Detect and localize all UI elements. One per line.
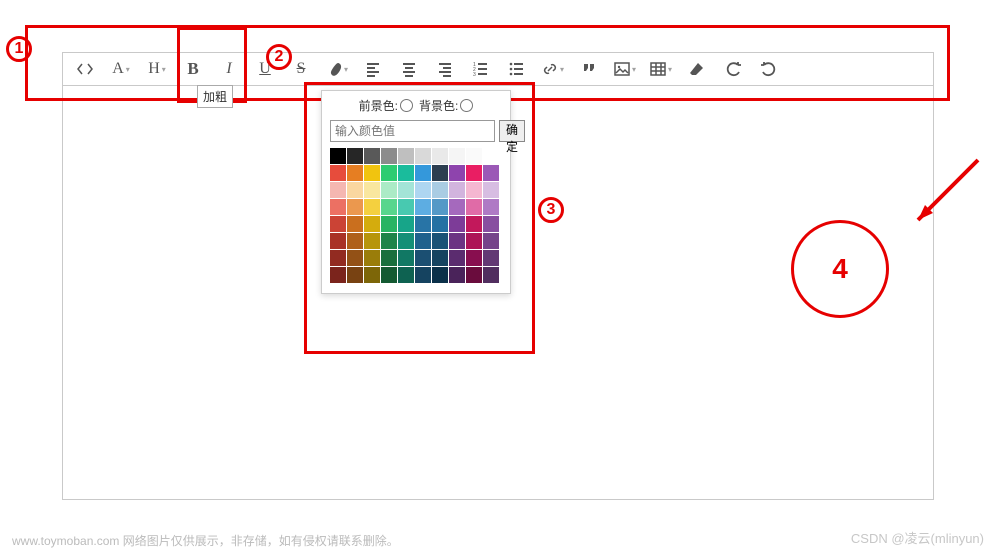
color-swatch[interactable] [347, 233, 363, 249]
color-swatch[interactable] [398, 250, 414, 266]
color-swatch[interactable] [398, 148, 414, 164]
color-swatch[interactable] [483, 199, 499, 215]
color-swatch[interactable] [449, 148, 465, 164]
bold-tooltip: 加粗 [197, 85, 233, 108]
color-swatch[interactable] [466, 233, 482, 249]
color-swatch[interactable] [432, 199, 448, 215]
color-swatch[interactable] [381, 165, 397, 181]
color-swatch[interactable] [398, 182, 414, 198]
color-swatch[interactable] [432, 267, 448, 283]
color-swatch[interactable] [347, 182, 363, 198]
color-swatch[interactable] [415, 233, 431, 249]
color-swatch[interactable] [415, 250, 431, 266]
color-swatch[interactable] [364, 165, 380, 181]
color-swatch[interactable] [449, 182, 465, 198]
color-swatch[interactable] [330, 233, 346, 249]
footer-watermark: CSDN @凌云(mlinyun) [851, 528, 984, 547]
color-swatch[interactable] [432, 148, 448, 164]
color-swatch[interactable] [415, 182, 431, 198]
color-swatch[interactable] [483, 216, 499, 232]
color-swatch[interactable] [381, 182, 397, 198]
color-swatch[interactable] [432, 250, 448, 266]
color-swatch[interactable] [432, 233, 448, 249]
color-swatch[interactable] [449, 199, 465, 215]
color-swatch[interactable] [415, 148, 431, 164]
color-swatch[interactable] [449, 250, 465, 266]
color-swatch[interactable] [398, 216, 414, 232]
color-swatch[interactable] [466, 182, 482, 198]
color-swatch[interactable] [466, 267, 482, 283]
color-swatch[interactable] [398, 233, 414, 249]
color-swatch[interactable] [364, 199, 380, 215]
color-swatch[interactable] [364, 267, 380, 283]
color-swatch[interactable] [483, 233, 499, 249]
callout-num-2: 2 [266, 44, 292, 70]
color-swatch[interactable] [449, 165, 465, 181]
callout-num-1: 1 [6, 36, 32, 62]
color-swatch[interactable] [347, 165, 363, 181]
color-swatch[interactable] [381, 148, 397, 164]
color-swatch[interactable] [364, 250, 380, 266]
color-swatch[interactable] [330, 199, 346, 215]
color-swatch[interactable] [466, 216, 482, 232]
color-swatch[interactable] [466, 199, 482, 215]
color-swatch[interactable] [415, 216, 431, 232]
color-swatch[interactable] [347, 199, 363, 215]
color-swatch[interactable] [466, 250, 482, 266]
color-swatch[interactable] [415, 199, 431, 215]
callout-num-3: 3 [538, 197, 564, 223]
color-swatch[interactable] [449, 233, 465, 249]
color-swatch[interactable] [483, 182, 499, 198]
color-panel: 前景色: 背景色: 确定 [321, 90, 511, 294]
color-swatch[interactable] [330, 250, 346, 266]
color-swatch-grid [330, 148, 502, 283]
color-swatch[interactable] [347, 148, 363, 164]
color-swatch[interactable] [381, 199, 397, 215]
background-label: 背景色: [419, 97, 458, 114]
color-swatch[interactable] [364, 148, 380, 164]
color-swatch[interactable] [466, 165, 482, 181]
color-swatch[interactable] [449, 267, 465, 283]
color-swatch[interactable] [483, 250, 499, 266]
color-swatch[interactable] [449, 216, 465, 232]
footer-disclaimer: www.toymoban.com 网络图片仅供展示，非存储，如有侵权请联系删除。 [12, 532, 399, 549]
callout-num-4: 4 [791, 220, 889, 318]
background-radio-label[interactable]: 背景色: [419, 97, 473, 114]
color-swatch[interactable] [330, 182, 346, 198]
color-swatch[interactable] [398, 199, 414, 215]
color-swatch[interactable] [330, 267, 346, 283]
color-swatch[interactable] [381, 216, 397, 232]
color-swatch[interactable] [432, 165, 448, 181]
color-swatch[interactable] [398, 267, 414, 283]
color-swatch[interactable] [364, 216, 380, 232]
color-swatch[interactable] [381, 250, 397, 266]
color-swatch[interactable] [483, 165, 499, 181]
color-swatch[interactable] [364, 182, 380, 198]
color-swatch[interactable] [330, 165, 346, 181]
color-swatch[interactable] [330, 148, 346, 164]
foreground-label: 前景色: [359, 97, 398, 114]
color-value-input[interactable] [330, 120, 495, 142]
color-swatch[interactable] [415, 267, 431, 283]
color-swatch[interactable] [381, 233, 397, 249]
color-swatch[interactable] [347, 216, 363, 232]
color-swatch[interactable] [483, 148, 499, 164]
color-swatch[interactable] [347, 267, 363, 283]
color-swatch[interactable] [330, 216, 346, 232]
color-swatch[interactable] [381, 267, 397, 283]
color-swatch[interactable] [432, 216, 448, 232]
color-swatch[interactable] [398, 165, 414, 181]
background-radio[interactable] [460, 99, 473, 112]
color-swatch[interactable] [483, 267, 499, 283]
color-swatch[interactable] [466, 148, 482, 164]
color-swatch[interactable] [347, 250, 363, 266]
arrow-icon [903, 155, 983, 240]
color-swatch[interactable] [415, 165, 431, 181]
confirm-button[interactable]: 确定 [499, 120, 525, 142]
foreground-radio-label[interactable]: 前景色: [359, 97, 413, 114]
color-swatch[interactable] [432, 182, 448, 198]
color-swatch[interactable] [364, 233, 380, 249]
foreground-radio[interactable] [400, 99, 413, 112]
